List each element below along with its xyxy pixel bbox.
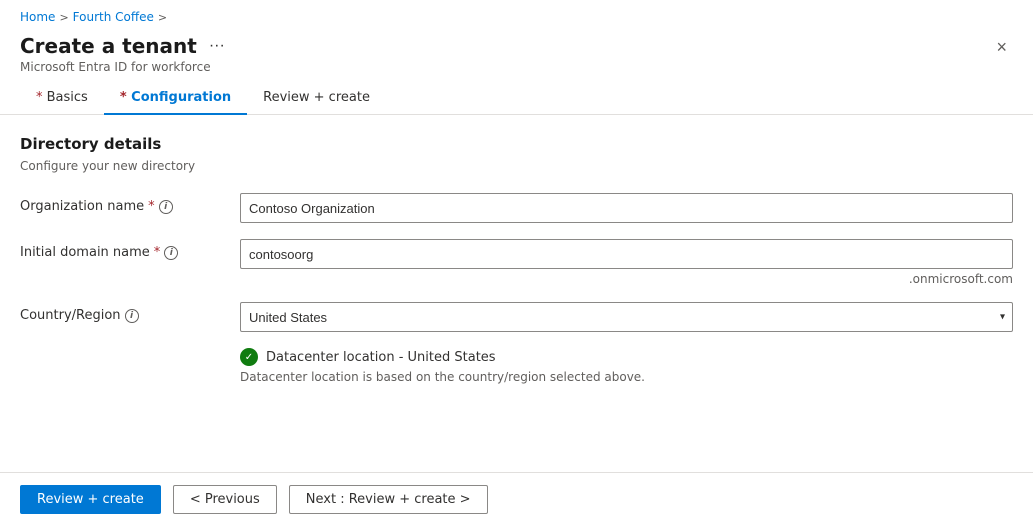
breadcrumb-fourth-coffee[interactable]: Fourth Coffee — [73, 10, 154, 24]
page-title: Create a tenant ··· — [20, 34, 229, 58]
tab-configuration[interactable]: Configuration — [104, 82, 247, 115]
section-subtitle: Configure your new directory — [20, 159, 1013, 173]
tabs-bar: Basics Configuration Review + create — [0, 82, 1033, 115]
datacenter-location-label: Datacenter location - United States — [266, 350, 496, 365]
breadcrumb-sep-1: > — [59, 11, 68, 24]
datacenter-note: Datacenter location is based on the coun… — [240, 370, 1013, 384]
check-circle-icon: ✓ — [240, 348, 258, 366]
country-select-wrapper: United States Canada United Kingdom Germ… — [240, 302, 1013, 332]
domain-name-required: * — [154, 245, 161, 260]
country-info-icon[interactable]: i — [125, 309, 139, 323]
more-options-button[interactable]: ··· — [205, 35, 229, 57]
page-subtitle: Microsoft Entra ID for workforce — [20, 60, 229, 74]
review-create-button[interactable]: Review + create — [20, 485, 161, 514]
domain-name-row: Initial domain name * i .onmicrosoft.com — [20, 239, 1013, 286]
next-button[interactable]: Next : Review + create > — [289, 485, 488, 514]
footer: Review + create < Previous Next : Review… — [0, 472, 1033, 526]
tab-basics[interactable]: Basics — [20, 82, 104, 115]
country-select[interactable]: United States Canada United Kingdom Germ… — [240, 302, 1013, 332]
org-name-input[interactable] — [240, 193, 1013, 223]
country-input-wrapper: United States Canada United Kingdom Germ… — [240, 302, 1013, 332]
org-name-info-icon[interactable]: i — [159, 200, 173, 214]
breadcrumb-home[interactable]: Home — [20, 10, 55, 24]
previous-button[interactable]: < Previous — [173, 485, 277, 514]
main-content: Directory details Configure your new dir… — [0, 115, 1033, 472]
header-left: Create a tenant ··· Microsoft Entra ID f… — [20, 34, 229, 74]
org-name-row: Organization name * i — [20, 193, 1013, 223]
domain-name-input[interactable] — [240, 239, 1013, 269]
domain-name-input-wrapper: .onmicrosoft.com — [240, 239, 1013, 286]
domain-name-label: Initial domain name * i — [20, 239, 240, 260]
domain-suffix: .onmicrosoft.com — [240, 272, 1013, 286]
section-title: Directory details — [20, 135, 1013, 153]
country-label: Country/Region i — [20, 302, 240, 323]
domain-name-info-icon[interactable]: i — [164, 246, 178, 260]
page-container: Home > Fourth Coffee > Create a tenant ·… — [0, 0, 1033, 526]
breadcrumb-sep-2: > — [158, 11, 167, 24]
org-name-required: * — [148, 199, 155, 214]
page-title-text: Create a tenant — [20, 34, 197, 58]
datacenter-location: ✓ Datacenter location - United States — [240, 348, 1013, 366]
header: Create a tenant ··· Microsoft Entra ID f… — [0, 30, 1033, 82]
close-button[interactable]: × — [990, 34, 1013, 60]
org-name-input-wrapper — [240, 193, 1013, 223]
country-row: Country/Region i United States Canada Un… — [20, 302, 1013, 332]
datacenter-info: ✓ Datacenter location - United States Da… — [240, 348, 1013, 384]
breadcrumb: Home > Fourth Coffee > — [0, 0, 1033, 30]
org-name-label: Organization name * i — [20, 193, 240, 214]
tab-review-create[interactable]: Review + create — [247, 82, 386, 115]
